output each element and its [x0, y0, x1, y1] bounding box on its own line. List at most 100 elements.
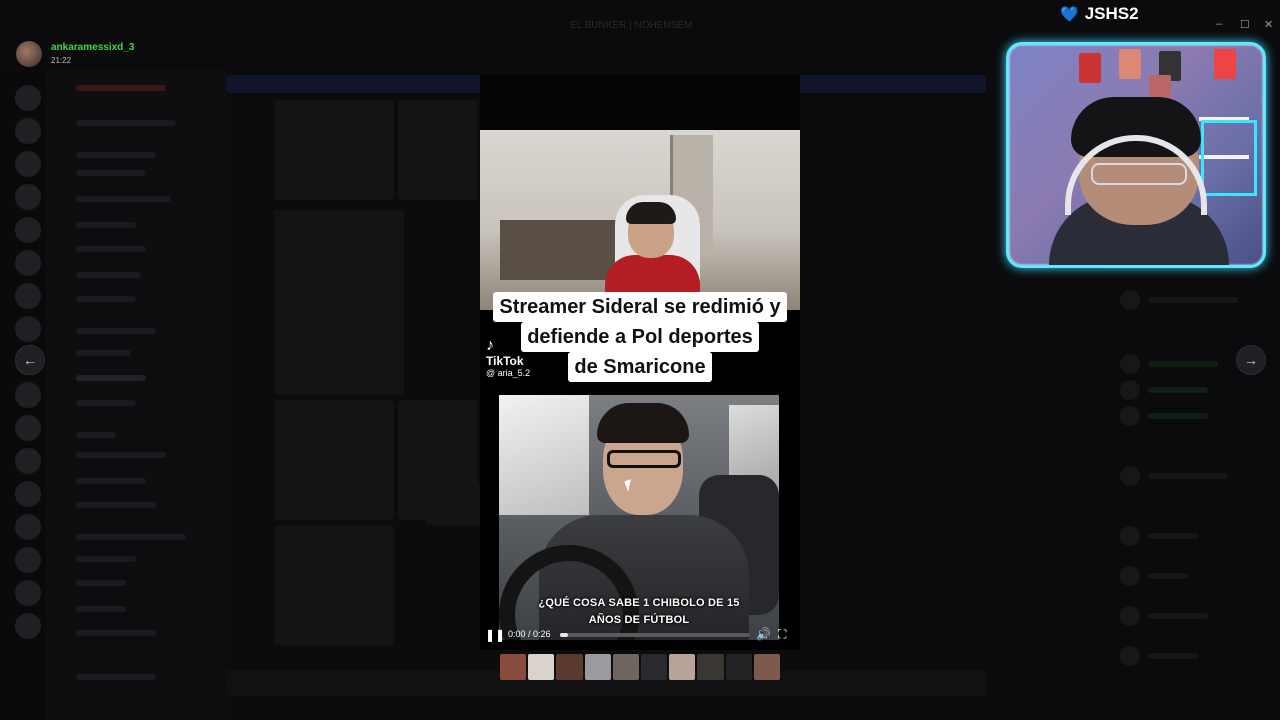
member-name[interactable]: [1148, 361, 1218, 367]
upload-time: 21:22: [51, 56, 72, 65]
thumbnail[interactable]: [697, 654, 724, 680]
server-icon[interactable]: [15, 217, 41, 243]
channel-item[interactable]: [76, 246, 146, 252]
channel-item[interactable]: [76, 170, 146, 176]
thumbnail[interactable]: [584, 654, 611, 680]
close-button[interactable]: ✕: [1264, 18, 1273, 31]
server-icon[interactable]: [15, 448, 41, 474]
member-name[interactable]: [1148, 653, 1198, 659]
channel-item[interactable]: [76, 350, 131, 356]
channel-item[interactable]: [76, 502, 156, 508]
tiktok-name: TikTok: [486, 354, 524, 368]
member-list: [1106, 270, 1280, 720]
member-name[interactable]: [1148, 573, 1188, 579]
uploader-name[interactable]: ankaramessixd_3: [51, 42, 134, 53]
message-image[interactable]: [426, 485, 482, 525]
channel-item[interactable]: [76, 478, 146, 484]
channel-item[interactable]: [76, 452, 166, 458]
avatar[interactable]: [16, 41, 42, 67]
avatar[interactable]: [1120, 290, 1140, 310]
channel-item[interactable]: [76, 580, 126, 586]
message-image[interactable]: [274, 400, 394, 520]
message-image[interactable]: [274, 100, 394, 200]
thumbnail[interactable]: [500, 654, 527, 680]
channel-item[interactable]: [76, 120, 176, 126]
member-name[interactable]: [1148, 473, 1228, 479]
avatar[interactable]: [1120, 606, 1140, 626]
video-letterbox: [480, 75, 800, 130]
channel-item[interactable]: [76, 152, 156, 158]
server-icon[interactable]: [15, 580, 41, 606]
channel-item[interactable]: [76, 630, 156, 636]
car-window: [499, 395, 589, 515]
channel-item[interactable]: [76, 400, 136, 406]
thumbnail[interactable]: [612, 654, 640, 680]
server-icon[interactable]: [15, 184, 41, 210]
volume-icon[interactable]: 🔊: [756, 627, 771, 641]
server-icon[interactable]: [15, 250, 41, 276]
server-icon[interactable]: [15, 547, 41, 573]
server-icon[interactable]: [15, 514, 41, 540]
channel-item[interactable]: [76, 534, 186, 540]
server-icon[interactable]: [15, 481, 41, 507]
channel-item[interactable]: [76, 272, 141, 278]
channel-list: [46, 70, 226, 720]
member-name[interactable]: [1148, 297, 1238, 303]
pause-icon[interactable]: ❚❚: [485, 628, 505, 642]
avatar[interactable]: [1120, 354, 1140, 374]
video-player[interactable]: Streamer Sideral se redimió y defiende a…: [480, 130, 800, 650]
member-name[interactable]: [1148, 387, 1208, 393]
seek-thumbnail-strip[interactable]: [500, 654, 781, 680]
message-image[interactable]: [274, 210, 404, 395]
channel-item[interactable]: [76, 432, 116, 438]
server-icon[interactable]: [15, 151, 41, 177]
channel-item[interactable]: [76, 85, 166, 91]
heart-icon: 💙: [1060, 6, 1079, 23]
server-icon[interactable]: [15, 118, 41, 144]
fullscreen-icon[interactable]: ⛶: [778, 627, 786, 642]
avatar[interactable]: [1120, 566, 1140, 586]
server-icon[interactable]: [15, 283, 41, 309]
thumbnail[interactable]: [725, 654, 752, 680]
server-icon[interactable]: [15, 85, 41, 111]
tiktok-handle: @ aria_5.2: [486, 368, 531, 378]
thumbnail[interactable]: [669, 654, 696, 680]
channel-item[interactable]: [76, 556, 136, 562]
avatar[interactable]: [1120, 526, 1140, 546]
thumbnail[interactable]: [641, 654, 668, 680]
minimize-button[interactable]: –: [1216, 18, 1222, 30]
poster: [1214, 49, 1236, 79]
thumbnail[interactable]: [556, 654, 583, 680]
channel-item[interactable]: [76, 375, 146, 381]
message-image[interactable]: [274, 525, 394, 645]
avatar[interactable]: [1120, 646, 1140, 666]
channel-item[interactable]: [76, 328, 156, 334]
channel-item[interactable]: [76, 222, 136, 228]
seek-progress: [560, 633, 568, 637]
user-panel[interactable]: [76, 674, 156, 680]
channel-item[interactable]: [76, 196, 171, 202]
member-name[interactable]: [1148, 413, 1208, 419]
avatar[interactable]: [1120, 406, 1140, 426]
previous-media-button[interactable]: ←: [15, 345, 45, 375]
thumbnail[interactable]: [528, 654, 555, 680]
maximize-button[interactable]: ☐: [1240, 18, 1250, 31]
message-image[interactable]: [398, 100, 478, 200]
avatar[interactable]: [1120, 380, 1140, 400]
server-icon[interactable]: [15, 415, 41, 441]
avatar[interactable]: [1120, 466, 1140, 486]
channel-item[interactable]: [76, 606, 126, 612]
tiktok-watermark: ♪ TikTok @ aria_5.2: [486, 338, 531, 379]
server-icon[interactable]: [15, 382, 41, 408]
caption-line: defiende a Pol deportes: [521, 322, 759, 352]
next-media-button[interactable]: →: [1236, 345, 1266, 375]
server-icon[interactable]: [15, 316, 41, 342]
caption-line: de Smaricone: [568, 352, 712, 382]
seek-bar[interactable]: [560, 633, 750, 637]
thumbnail[interactable]: [753, 654, 781, 680]
member-name[interactable]: [1148, 533, 1198, 539]
channel-item[interactable]: [76, 296, 136, 302]
member-name[interactable]: [1148, 613, 1208, 619]
server-icon[interactable]: [15, 613, 41, 639]
arrow-left-icon: ←: [23, 352, 37, 368]
